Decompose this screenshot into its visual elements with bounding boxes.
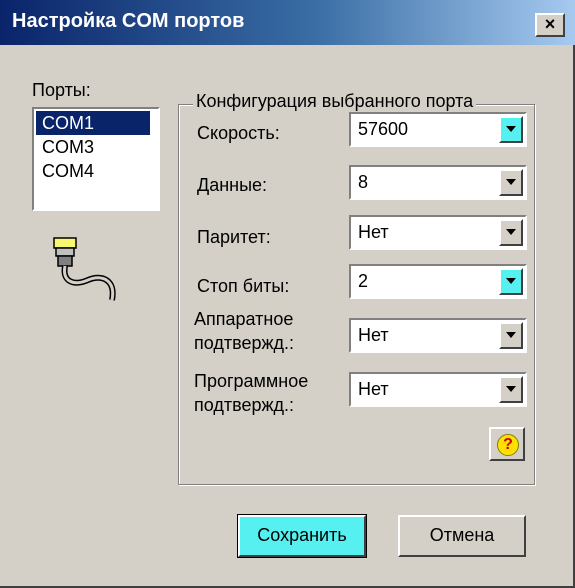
hw-handshake-label: Аппаратное подтвержд.: xyxy=(194,307,294,355)
port-item-com4[interactable]: COM4 xyxy=(36,159,150,183)
title-bar[interactable]: Настройка COM портов × xyxy=(0,0,575,45)
port-item-com3[interactable]: COM3 xyxy=(36,135,150,159)
parity-value: Нет xyxy=(358,222,389,242)
chevron-down-icon xyxy=(506,278,516,284)
data-bits-value: 8 xyxy=(358,172,369,192)
parity-label: Паритет: xyxy=(197,227,271,247)
speed-dropdown-button[interactable] xyxy=(499,116,523,143)
parity-dropdown-button[interactable] xyxy=(499,219,523,246)
save-button[interactable]: Сохранить xyxy=(237,514,367,558)
sw-handshake-label: Программное подтвержд.: xyxy=(194,369,308,417)
stop-bits-value: 2 xyxy=(358,271,369,291)
hw-handshake-select[interactable]: Нет xyxy=(349,318,527,353)
ports-listbox[interactable]: COM1 COM3 COM4 xyxy=(32,107,160,211)
hw-handshake-label-line2: подтвержд.: xyxy=(194,333,295,353)
hw-handshake-label-line1: Аппаратное xyxy=(194,309,294,329)
close-icon: × xyxy=(544,14,556,34)
chevron-down-icon xyxy=(506,332,516,338)
hw-handshake-dropdown-button[interactable] xyxy=(499,322,523,349)
speed-select[interactable]: 57600 xyxy=(349,112,527,147)
help-button[interactable]: ? xyxy=(489,427,525,461)
sw-handshake-label-line1: Программное xyxy=(194,371,309,391)
sw-handshake-select[interactable]: Нет xyxy=(349,372,527,407)
window-title: Настройка COM портов xyxy=(12,10,245,32)
sw-handshake-value: Нет xyxy=(358,379,389,399)
chevron-down-icon xyxy=(506,179,516,185)
sw-handshake-dropdown-button[interactable] xyxy=(499,376,523,403)
sw-handshake-label-line2: подтвержд.: xyxy=(194,395,295,415)
port-config-group-title: Конфигурация выбранного порта xyxy=(193,91,477,112)
chevron-down-icon xyxy=(506,126,516,132)
data-bits-label: Данные: xyxy=(197,175,268,195)
data-bits-dropdown-button[interactable] xyxy=(499,169,523,196)
port-item-com1[interactable]: COM1 xyxy=(36,111,150,135)
speed-label: Скорость: xyxy=(197,123,280,143)
chevron-down-icon xyxy=(506,386,516,392)
serial-cable-icon xyxy=(53,237,116,301)
stop-bits-select[interactable]: 2 xyxy=(349,264,527,299)
chevron-down-icon xyxy=(506,229,516,235)
ports-label: Порты: xyxy=(32,80,91,100)
hw-handshake-value: Нет xyxy=(358,325,389,345)
parity-select[interactable]: Нет xyxy=(349,215,527,250)
com-settings-dialog: Настройка COM портов × Порты: COM1 COM3 … xyxy=(0,0,575,588)
stop-bits-dropdown-button[interactable] xyxy=(499,268,523,295)
cancel-button[interactable]: Отмена xyxy=(398,515,526,557)
stop-bits-label: Стоп биты: xyxy=(197,276,290,296)
help-icon: ? xyxy=(497,434,519,456)
speed-value: 57600 xyxy=(358,119,409,139)
data-bits-select[interactable]: 8 xyxy=(349,165,527,200)
close-button[interactable]: × xyxy=(535,13,565,37)
